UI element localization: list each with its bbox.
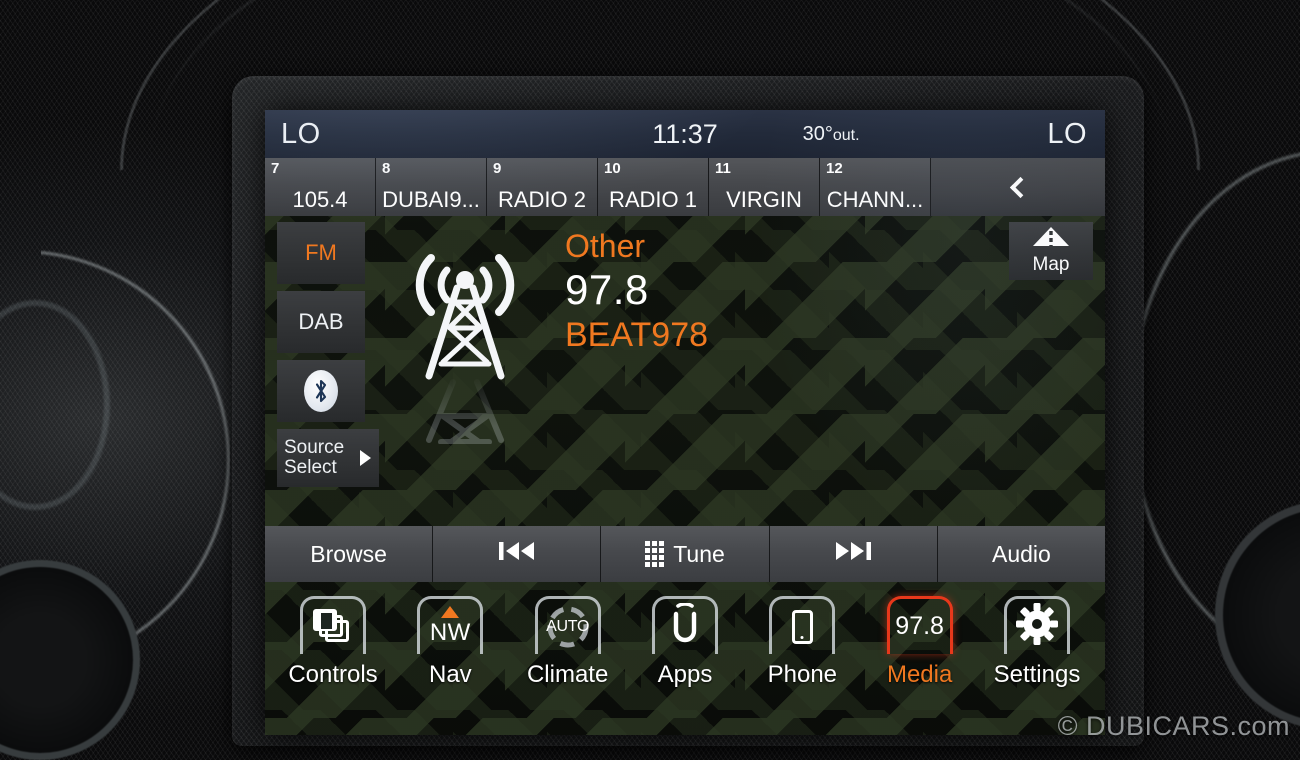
nav-item-climate[interactable]: AUTO Climate	[516, 596, 620, 689]
nav-item-label: Controls	[288, 661, 378, 688]
preset-number: 7	[271, 160, 280, 177]
source-button-column: FM DAB Source Select	[277, 222, 379, 494]
bottom-nav-bar: Controls NW Nav AUTO Climate Apps Phone …	[265, 582, 1105, 735]
preset-label: DUBAI9...	[382, 187, 480, 212]
preset-label: RADIO 1	[608, 187, 698, 212]
media-control-bar: Browse Tune Audio	[265, 526, 1105, 582]
compass-arrow-icon	[441, 606, 460, 618]
chevron-left-icon	[1009, 176, 1031, 198]
clock: 11:37	[652, 118, 718, 149]
previous-track-icon	[497, 540, 537, 568]
map-button-label: Map	[1032, 254, 1070, 275]
passenger-temp-setting[interactable]: LO	[1047, 118, 1087, 151]
bluetooth-icon	[304, 370, 338, 412]
nav-item-controls[interactable]: Controls	[281, 596, 385, 689]
nav-item-label: Phone	[767, 661, 838, 688]
source-select-line1: Source	[284, 437, 345, 459]
radio-tower-icon	[395, 230, 535, 490]
browse-button-label: Browse	[310, 540, 387, 567]
nav-icon-frame	[651, 596, 718, 654]
nav-icon-frame	[769, 596, 836, 654]
source-button-dab[interactable]: DAB	[277, 291, 365, 353]
nav-icon-frame: NW	[417, 596, 484, 654]
source-select-line2: Select	[284, 457, 337, 478]
source-button-label: FM	[305, 240, 337, 265]
outside-temperature-value: 30°	[802, 122, 833, 145]
preset-label: RADIO 2	[497, 187, 587, 212]
radio-preset-row: 7 105.4 8 DUBAI9... 9 RADIO 2 10 RADIO 1…	[265, 158, 1105, 216]
nav-heading-value: NW	[429, 619, 471, 646]
compass-icon: NW	[430, 606, 471, 647]
uconnect-icon	[668, 602, 702, 650]
preset-number: 10	[604, 160, 621, 177]
climate-auto-label: AUTO	[546, 617, 590, 635]
air-vent-left	[0, 560, 140, 760]
station-type: Other	[565, 228, 646, 264]
triangle-right-icon	[360, 450, 371, 466]
source-select-button[interactable]: Source Select	[277, 429, 379, 487]
stacked-cards-icon	[313, 608, 353, 645]
audio-button-label: Audio	[992, 540, 1051, 567]
air-vent-right	[1215, 500, 1300, 730]
tune-button-label: Tune	[673, 540, 725, 567]
audio-button[interactable]: Audio	[938, 526, 1105, 582]
nav-item-media[interactable]: 97.8 Media	[868, 596, 972, 689]
radio-main-area: FM DAB Source Select Other 97.8 BEAT978 …	[265, 216, 1105, 526]
nav-item-label: Nav	[428, 661, 472, 688]
preset-button-11[interactable]: 11 VIRGIN	[709, 158, 820, 216]
preset-button-7[interactable]: 7 105.4	[265, 158, 376, 216]
nav-item-label: Apps	[657, 661, 713, 688]
preset-label: 105.4	[292, 187, 348, 212]
map-button[interactable]: Map	[1009, 222, 1093, 280]
map-road-icon	[1032, 226, 1070, 253]
next-track-button[interactable]	[770, 526, 938, 582]
nav-item-nav[interactable]: NW Nav	[398, 596, 502, 689]
station-frequency: 97.8	[565, 265, 649, 313]
preset-number: 9	[493, 160, 502, 177]
nav-icon-frame: AUTO	[534, 596, 601, 654]
nav-icon-frame	[300, 596, 366, 654]
nav-item-phone[interactable]: Phone	[750, 596, 854, 689]
gear-icon	[1015, 603, 1058, 650]
source-button-bluetooth[interactable]	[277, 360, 365, 422]
nav-icon-frame: 97.8	[886, 596, 953, 654]
station-info: Other 97.8 BEAT978	[565, 228, 708, 356]
preset-label: CHANN...	[826, 187, 924, 212]
outside-temperature: 30°out.	[803, 123, 860, 146]
preset-page-back-button[interactable]	[931, 158, 1105, 216]
nav-item-label: Climate	[526, 661, 609, 688]
status-bar: LO 11:37 30°out. LO	[265, 110, 1105, 158]
nav-item-settings[interactable]: Settings	[985, 596, 1089, 689]
source-button-label: DAB	[298, 309, 344, 334]
preset-number: 11	[715, 160, 731, 177]
nav-icon-frame	[1003, 596, 1070, 654]
preset-label: VIRGIN	[726, 187, 802, 212]
nav-item-label: Settings	[993, 661, 1081, 688]
source-select-label: Source Select	[284, 438, 344, 478]
previous-track-button[interactable]	[433, 526, 602, 582]
nav-item-apps[interactable]: Apps	[633, 596, 737, 689]
climate-auto-icon: AUTO	[543, 604, 593, 650]
preset-button-8[interactable]: 8 DUBAI9...	[376, 158, 487, 216]
dashboard-bezel: LO 11:37 30°out. LO 7 105.4 8 DUBAI9... …	[0, 0, 1300, 760]
next-track-icon	[833, 540, 873, 568]
browse-button[interactable]: Browse	[265, 526, 434, 582]
infotainment-screen: LO 11:37 30°out. LO 7 105.4 8 DUBAI9... …	[265, 110, 1105, 735]
driver-temp-setting[interactable]: LO	[281, 118, 321, 151]
smartphone-icon	[791, 609, 813, 644]
tune-button[interactable]: Tune	[601, 526, 770, 582]
outside-temperature-unit: out.	[832, 126, 860, 144]
air-vent-upper-left	[0, 300, 110, 510]
preset-number: 8	[382, 160, 391, 177]
station-name: BEAT978	[565, 316, 709, 355]
source-button-fm[interactable]: FM	[277, 222, 365, 284]
keypad-icon	[645, 541, 665, 567]
preset-button-10[interactable]: 10 RADIO 1	[598, 158, 709, 216]
radio-tower-reflection	[395, 374, 535, 444]
preset-button-12[interactable]: 12 CHANN...	[820, 158, 931, 216]
preset-button-9[interactable]: 9 RADIO 2	[487, 158, 598, 216]
preset-number: 12	[826, 160, 843, 177]
nav-item-label: Media	[886, 661, 953, 688]
media-frequency-value: 97.8	[895, 612, 944, 640]
